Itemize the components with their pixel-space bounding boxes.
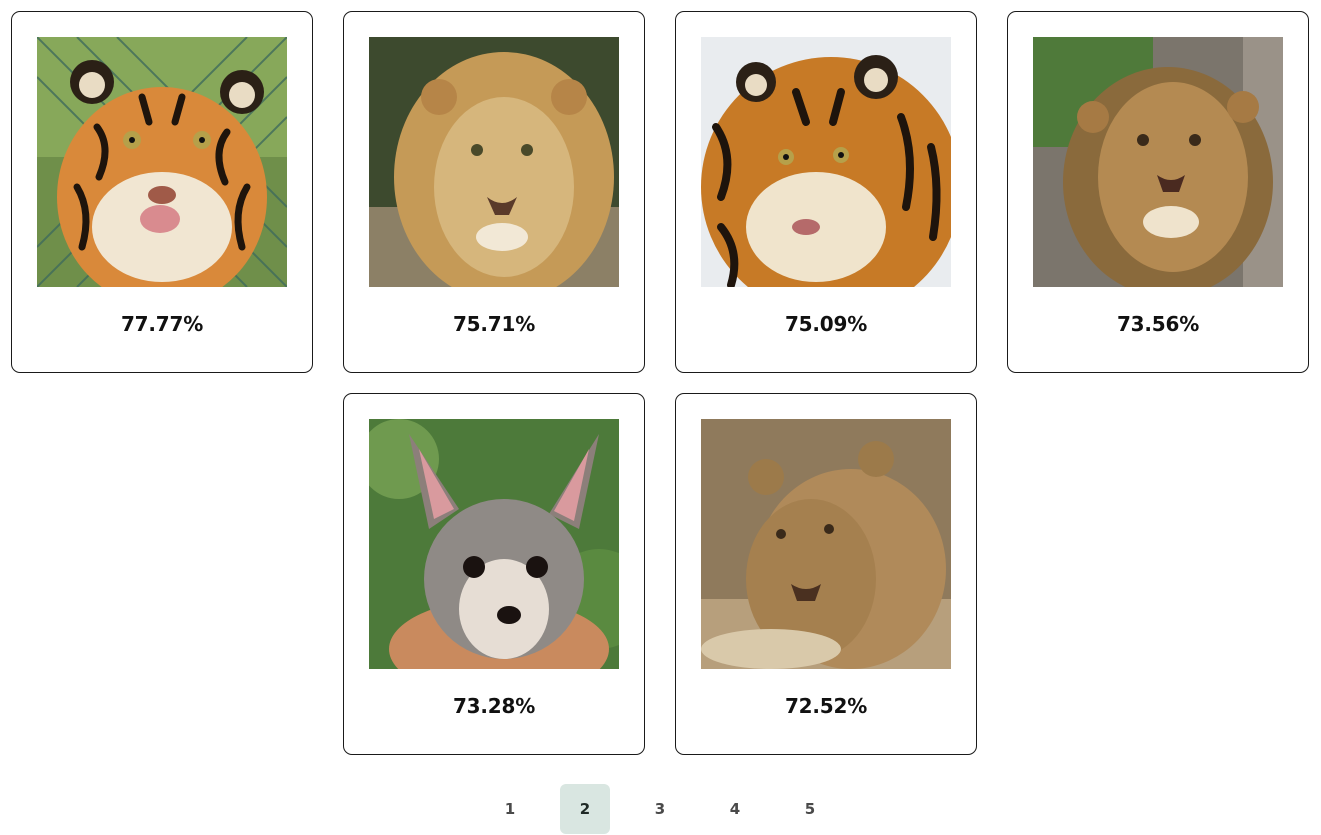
tiger-photo: [37, 37, 287, 287]
match-score: 73.28%: [452, 694, 536, 718]
lion-photo: [1033, 37, 1283, 287]
page-button-1[interactable]: 1: [485, 784, 535, 834]
result-card[interactable]: 73.56%: [1007, 11, 1309, 373]
match-score: 77.77%: [120, 312, 204, 336]
page-button-3[interactable]: 3: [635, 784, 685, 834]
lioness-photo: [701, 419, 951, 669]
match-score: 75.71%: [452, 312, 536, 336]
result-card[interactable]: 72.52%: [675, 393, 977, 755]
pagination: 1 2 3 4 5: [485, 784, 835, 834]
match-score: 72.52%: [784, 694, 868, 718]
fox-photo: [369, 419, 619, 669]
page-button-4[interactable]: 4: [710, 784, 760, 834]
result-card[interactable]: 77.77%: [11, 11, 313, 373]
result-card[interactable]: 75.09%: [675, 11, 977, 373]
match-score: 73.56%: [1116, 312, 1200, 336]
tiger-photo: [701, 37, 951, 287]
match-score: 75.09%: [784, 312, 868, 336]
result-card[interactable]: 75.71%: [343, 11, 645, 373]
page-button-5[interactable]: 5: [785, 784, 835, 834]
result-card[interactable]: 73.28%: [343, 393, 645, 755]
lion-photo: [369, 37, 619, 287]
page-button-2-current[interactable]: 2: [560, 784, 610, 834]
